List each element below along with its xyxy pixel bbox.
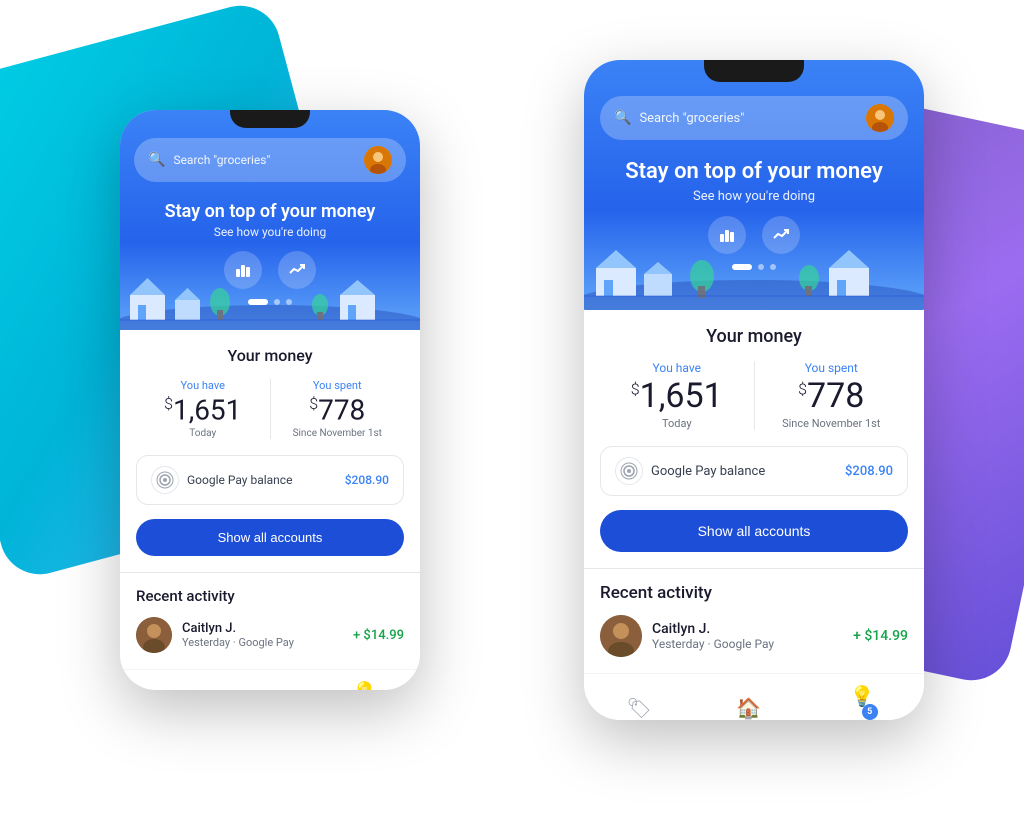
activity-row-right: Caitlyn J. Yesterday · Google Pay + $14.… xyxy=(600,615,908,657)
icon-buttons-left xyxy=(120,251,420,289)
dollar-sign-spent: $ xyxy=(309,394,318,413)
search-bar-right[interactable]: 🔍 Search "groceries" xyxy=(600,96,908,140)
search-icon-right: 🔍 xyxy=(614,110,631,126)
trend-icon-btn-right[interactable] xyxy=(762,216,800,254)
dollar-sign-have: $ xyxy=(164,394,173,413)
you-have-label: You have xyxy=(136,379,270,392)
activity-row-left: Caitlyn J. Yesterday · Google Pay + $14.… xyxy=(136,617,404,653)
chart-icon-btn-right[interactable] xyxy=(708,216,746,254)
activity-name-left: Caitlyn J. xyxy=(182,621,343,636)
phone-right: 🔍 Search "groceries" Stay on top of your… xyxy=(584,60,924,720)
search-bar-left[interactable]: 🔍 Search "groceries" xyxy=(134,138,406,182)
avatar-left[interactable] xyxy=(364,146,392,174)
you-spent-amount-r: $778 xyxy=(755,379,909,413)
money-have-col: You have $1,651 Today xyxy=(136,379,271,439)
you-have-sub-r: Today xyxy=(600,417,754,430)
divider-right xyxy=(584,568,924,569)
money-grid-right: You have $1,651 Today You spent $778 Sin… xyxy=(600,361,908,430)
dot-r3 xyxy=(770,264,776,270)
search-text-right: Search "groceries" xyxy=(639,111,858,126)
dollar-sign-have-r: $ xyxy=(631,380,640,399)
dot-1 xyxy=(248,299,268,305)
activity-info-right: Caitlyn J. Yesterday · Google Pay xyxy=(652,621,843,651)
balance-left-section: Google Pay balance xyxy=(151,466,292,494)
show-accounts-btn-right[interactable]: Show all accounts xyxy=(600,510,908,552)
divider-left xyxy=(120,572,420,573)
gpay-icon-left xyxy=(151,466,179,494)
dots-left xyxy=(120,299,420,313)
activity-amount-right: + $14.99 xyxy=(853,628,908,644)
you-spent-label: You spent xyxy=(271,379,405,392)
dot-2 xyxy=(274,299,280,305)
phone-left: 🔍 Search "groceries" Stay on top of your… xyxy=(120,110,420,690)
tag-icon-right: 🏷 xyxy=(626,696,651,720)
balance-row-right: Google Pay balance $208.90 xyxy=(600,446,908,496)
you-spent-sub: Since November 1st xyxy=(271,428,405,439)
money-have-col-r: You have $1,651 Today xyxy=(600,361,755,430)
money-spent-col: You spent $778 Since November 1st xyxy=(271,379,405,439)
hero-title-left: Stay on top of your money xyxy=(140,200,400,223)
section-title-left: Your money xyxy=(136,346,404,365)
money-grid-left: You have $1,651 Today You spent $778 Sin… xyxy=(136,379,404,439)
show-accounts-btn-left[interactable]: Show all accounts xyxy=(136,519,404,556)
activity-title-left: Recent activity xyxy=(136,587,404,605)
hero-text-left: Stay on top of your money See how you're… xyxy=(120,192,420,239)
hero-subtitle-left: See how you're doing xyxy=(140,225,400,239)
hero-title-right: Stay on top of your money xyxy=(604,158,904,187)
you-have-label-r: You have xyxy=(600,361,754,375)
activity-amount-left: + $14.99 xyxy=(353,628,404,643)
money-spent-col-r: You spent $778 Since November 1st xyxy=(755,361,909,430)
activity-name-right: Caitlyn J. xyxy=(652,621,843,637)
you-have-amount-r: $1,651 xyxy=(600,379,754,413)
you-have-sub: Today xyxy=(136,428,270,439)
you-spent-sub-r: Since November 1st xyxy=(755,417,909,430)
section-title-right: Your money xyxy=(600,326,908,347)
you-spent-label-r: You spent xyxy=(755,361,909,375)
header-right: 🔍 Search "groceries" Stay on top of your… xyxy=(584,60,924,310)
phone-body-right: Your money You have $1,651 Today You spe… xyxy=(584,310,924,673)
activity-avatar-right xyxy=(600,615,642,657)
avatar-right[interactable] xyxy=(866,104,894,132)
nav-home-right[interactable]: 🏠 xyxy=(736,696,761,720)
icon-buttons-right xyxy=(584,216,924,254)
balance-left-section-r: Google Pay balance xyxy=(615,457,765,485)
notch-right xyxy=(704,60,804,82)
insights-badge-right: 5 xyxy=(862,704,878,720)
balance-amount-right: $208.90 xyxy=(845,464,893,479)
chart-icon-btn-left[interactable] xyxy=(224,251,262,289)
balance-label-right: Google Pay balance xyxy=(651,464,765,479)
dot-r2 xyxy=(758,264,764,270)
dot-3 xyxy=(286,299,292,305)
notch-left xyxy=(230,110,310,128)
activity-meta-right: Yesterday · Google Pay xyxy=(652,637,843,651)
activity-title-right: Recent activity xyxy=(600,583,908,603)
dot-r1 xyxy=(732,264,752,270)
activity-meta-left: Yesterday · Google Pay xyxy=(182,636,343,649)
dollar-sign-spent-r: $ xyxy=(798,380,807,399)
header-left: 🔍 Search "groceries" Stay on top of your… xyxy=(120,110,420,330)
balance-amount-left: $208.90 xyxy=(345,473,389,487)
hero-subtitle-right: See how you're doing xyxy=(604,189,904,204)
you-have-amount: $1,651 xyxy=(136,396,270,424)
you-spent-amount: $778 xyxy=(271,396,405,424)
insights-icon-left: 💡 xyxy=(352,680,377,690)
bottom-nav-right: 🏷 🏠 💡 5 Insights xyxy=(584,673,924,720)
phone-body-left: Your money You have $1,651 Today You spe… xyxy=(120,330,420,669)
search-icon-left: 🔍 xyxy=(148,152,165,168)
hero-text-right: Stay on top of your money See how you're… xyxy=(584,150,924,204)
balance-label-left: Google Pay balance xyxy=(187,473,292,487)
search-text-left: Search "groceries" xyxy=(173,153,356,167)
home-icon-right: 🏠 xyxy=(736,696,761,720)
nav-insights-right[interactable]: 💡 5 Insights xyxy=(846,684,882,720)
gpay-icon-right xyxy=(615,457,643,485)
dots-right xyxy=(584,264,924,278)
activity-avatar-left xyxy=(136,617,172,653)
activity-info-left: Caitlyn J. Yesterday · Google Pay xyxy=(182,621,343,649)
bottom-nav-left: 🏷 🏠 💡 5 Insights xyxy=(120,669,420,690)
nav-insights-left[interactable]: 💡 5 Insights xyxy=(349,680,385,690)
nav-tag-right[interactable]: 🏷 xyxy=(626,696,651,720)
balance-row-left: Google Pay balance $208.90 xyxy=(136,455,404,505)
trend-icon-btn-left[interactable] xyxy=(278,251,316,289)
